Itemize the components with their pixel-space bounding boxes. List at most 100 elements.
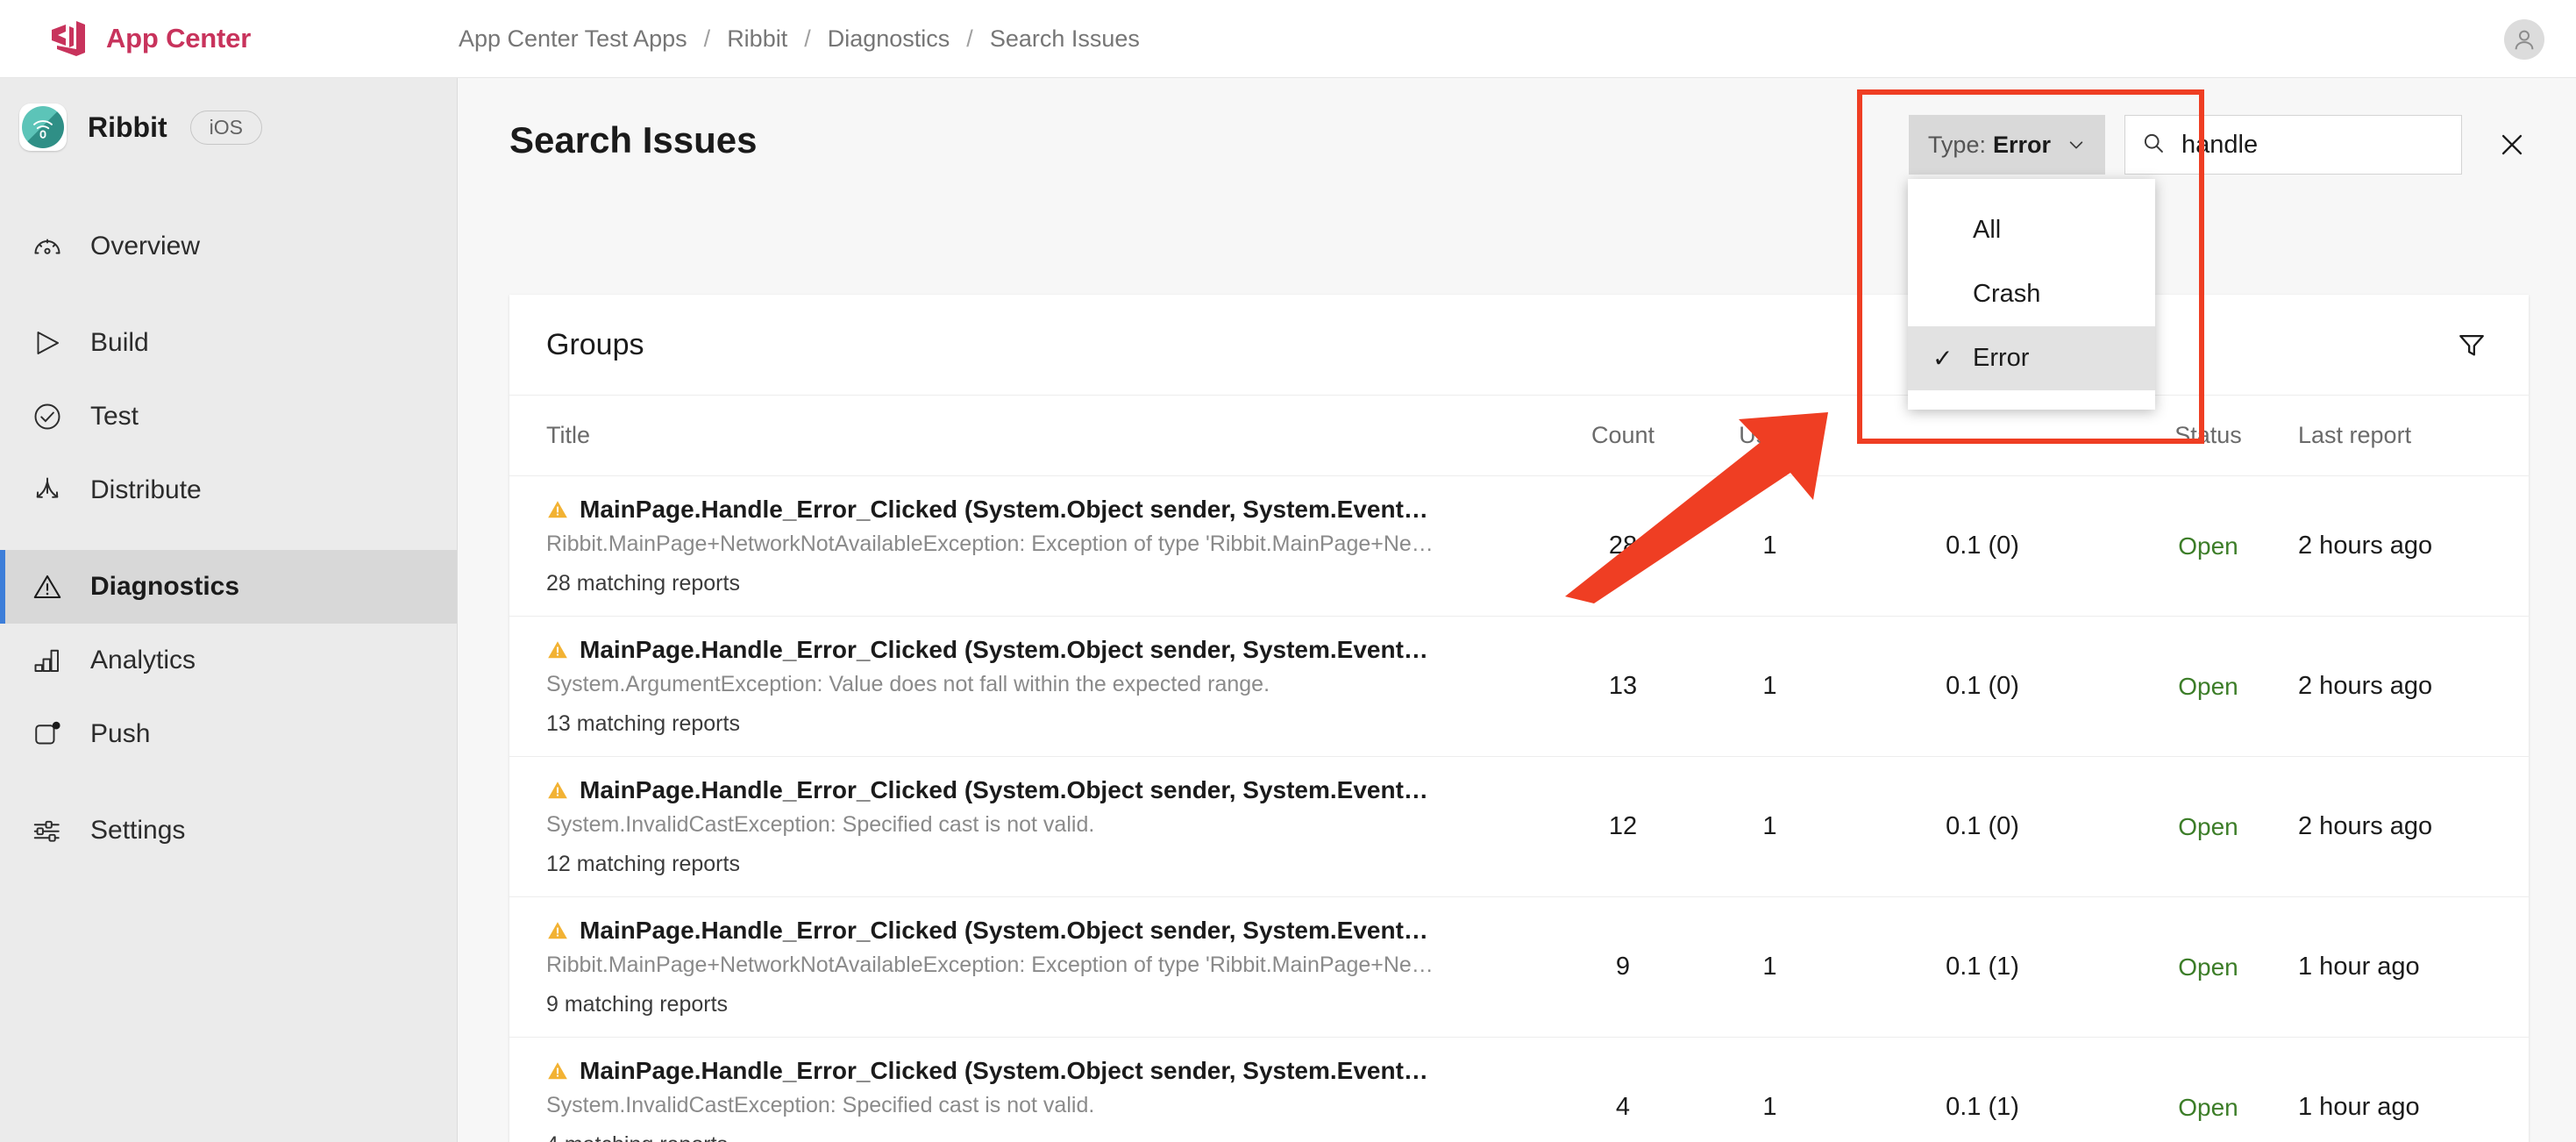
warning-triangle-icon [546, 779, 569, 802]
sidebar-item-label: Test [90, 402, 139, 431]
issue-matching-reports: 28 matching reports [546, 571, 740, 596]
issue-cell: MainPage.Handle_Error_Clicked (System.Ob… [509, 917, 1553, 1017]
issue-subtitle: System.InvalidCastException: Specified c… [546, 812, 1095, 837]
warning-triangle-icon [546, 498, 569, 521]
issue-count: 4 [1615, 1093, 1631, 1121]
platform-badge: iOS [189, 110, 262, 145]
close-icon[interactable] [2497, 130, 2527, 160]
sidebar-app-name: Ribbit [88, 111, 167, 143]
issue-matching-reports: 13 matching reports [546, 711, 740, 736]
search-icon [2141, 131, 2166, 160]
distribute-icon [28, 475, 67, 506]
issue-rate: 0.1 (1) [1946, 1093, 2019, 1121]
breadcrumb-item-1[interactable]: Ribbit [727, 25, 787, 53]
table-row[interactable]: MainPage.Handle_Error_Clicked (System.Ob… [509, 896, 2529, 1037]
issue-count: 13 [1608, 672, 1638, 700]
issue-title-text: MainPage.Handle_Error_Clicked (System.Ob… [580, 496, 1428, 523]
issue-cell: MainPage.Handle_Error_Clicked (System.Ob… [509, 776, 1553, 877]
sidebar-item-distribute[interactable]: Distribute [0, 453, 457, 527]
card-title: Groups [546, 327, 644, 361]
column-header-users[interactable]: Users [1693, 422, 1847, 449]
status-badge: Open [2178, 1093, 2238, 1121]
menu-item-all[interactable]: All [1908, 198, 2155, 262]
issue-rate: 0.1 (0) [1946, 812, 2019, 840]
type-filter-menu: All Crash ✓ Error [1908, 179, 2155, 410]
status-badge: Open [2178, 953, 2238, 981]
chevron-down-icon [2067, 135, 2086, 154]
column-header-count[interactable]: Count [1553, 422, 1693, 449]
warning-triangle-icon [546, 1060, 569, 1082]
menu-item-error[interactable]: ✓ Error [1908, 326, 2155, 390]
sidebar-item-build[interactable]: Build [0, 306, 457, 380]
funnel-filter-icon[interactable] [2457, 330, 2487, 360]
app-center-logo-icon [50, 19, 87, 58]
sidebar-item-label: Settings [90, 816, 186, 845]
issue-title: MainPage.Handle_Error_Clicked (System.Ob… [546, 636, 1553, 664]
table-row[interactable]: MainPage.Handle_Error_Clicked (System.Ob… [509, 756, 2529, 896]
breadcrumb: App Center Test Apps / Ribbit / Diagnost… [459, 25, 1140, 53]
search-toolbar: Type: Error handle [1908, 115, 2527, 175]
search-input-value: handle [2181, 130, 2259, 159]
user-avatar-icon[interactable] [2504, 19, 2544, 60]
type-filter-prefix: Type: [1927, 131, 1986, 158]
table-row[interactable]: MainPage.Handle_Error_Clicked (System.Ob… [509, 475, 2529, 616]
breadcrumb-item-3[interactable]: Search Issues [990, 25, 1140, 53]
sidebar-item-label: Analytics [90, 646, 196, 674]
ribbit-app-icon [19, 103, 67, 151]
type-filter-dropdown[interactable]: Type: Error [1908, 115, 2105, 175]
brand-home-link[interactable]: App Center [0, 19, 459, 58]
sidebar-item-analytics[interactable]: Analytics [0, 624, 457, 697]
sidebar-item-label: Distribute [90, 475, 202, 504]
main-content: Search Issues Type: Error handle Groups … [458, 78, 2576, 1142]
check-icon: ✓ [1932, 345, 1953, 372]
issue-users: 1 [1762, 812, 1777, 840]
sidebar-item-diagnostics[interactable]: Diagnostics [0, 550, 457, 624]
column-header-last-report[interactable]: Last report [2298, 422, 2526, 449]
bar-chart-icon [28, 645, 67, 676]
issue-title-text: MainPage.Handle_Error_Clicked (System.Ob… [580, 636, 1428, 663]
search-input[interactable]: handle [2124, 115, 2462, 175]
issue-count: 9 [1615, 953, 1631, 981]
sidebar: Ribbit iOS Overview Build Test Distribut… [0, 78, 458, 1142]
issue-matching-reports: 4 matching reports [546, 1132, 1553, 1142]
issue-subtitle: Ribbit.MainPage+NetworkNotAvailableExcep… [546, 953, 1434, 977]
issue-rate: 0.1 (1) [1946, 953, 2019, 981]
app-root: App Center App Center Test Apps / Ribbit… [0, 0, 2576, 1142]
menu-top-spacer [1908, 179, 2155, 198]
issue-last-report: 1 hour ago [2298, 953, 2420, 981]
issue-title: MainPage.Handle_Error_Clicked (System.Ob… [546, 917, 1553, 945]
issue-cell: MainPage.Handle_Error_Clicked (System.Ob… [509, 496, 1553, 596]
warning-triangle-icon [546, 919, 569, 942]
sidebar-item-overview[interactable]: Overview [0, 210, 457, 283]
issue-title: MainPage.Handle_Error_Clicked (System.Ob… [546, 496, 1553, 524]
menu-item-crash[interactable]: Crash [1908, 262, 2155, 326]
page-title: Search Issues [509, 119, 758, 161]
card-header: Groups [509, 295, 2529, 395]
play-triangle-icon [28, 327, 67, 359]
table-row[interactable]: MainPage.Handle_Error_Clicked (System.Ob… [509, 616, 2529, 756]
brand-name: App Center [106, 23, 252, 54]
gauge-icon [28, 231, 67, 262]
issue-title-text: MainPage.Handle_Error_Clicked (System.Ob… [580, 776, 1428, 803]
sidebar-app-header[interactable]: Ribbit iOS [0, 78, 457, 176]
column-header-title[interactable]: Title [509, 422, 1553, 449]
breadcrumb-separator: / [804, 25, 811, 52]
issue-cell: MainPage.Handle_Error_Clicked (System.Ob… [509, 636, 1553, 737]
column-header-status[interactable]: Status [2118, 422, 2298, 449]
status-badge: Open [2178, 672, 2238, 700]
status-badge: Open [2178, 532, 2238, 560]
issue-cell: MainPage.Handle_Error_Clicked (System.Ob… [509, 1057, 1553, 1142]
warning-triangle-icon [28, 571, 67, 603]
sidebar-item-test[interactable]: Test [0, 380, 457, 453]
check-circle-icon [28, 401, 67, 432]
issue-title: MainPage.Handle_Error_Clicked (System.Ob… [546, 776, 1553, 804]
sidebar-item-push[interactable]: Push [0, 697, 457, 771]
sidebar-item-settings[interactable]: Settings [0, 794, 457, 867]
sidebar-item-label: Build [90, 328, 149, 357]
table-row[interactable]: MainPage.Handle_Error_Clicked (System.Ob… [509, 1037, 2529, 1142]
sidebar-item-label: Overview [90, 232, 201, 261]
breadcrumb-item-2[interactable]: Diagnostics [828, 25, 950, 53]
sliders-icon [28, 815, 67, 846]
breadcrumb-item-0[interactable]: App Center Test Apps [459, 25, 687, 53]
issue-last-report: 1 hour ago [2298, 1093, 2420, 1121]
